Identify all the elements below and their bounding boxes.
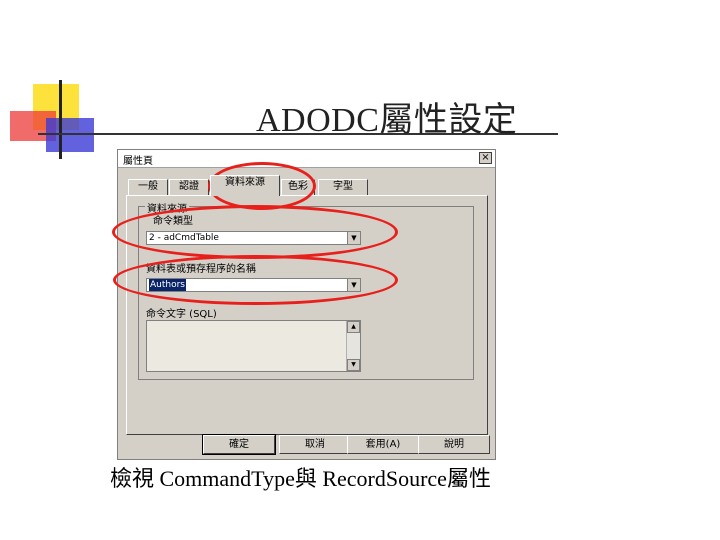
highlight-ellipse-record-source xyxy=(113,255,398,305)
decor-blue-square xyxy=(46,118,94,152)
cancel-button-label: 取消 xyxy=(305,439,325,450)
help-button[interactable]: 說明 xyxy=(418,435,490,454)
ok-button-label: 確定 xyxy=(229,439,249,450)
close-icon: × xyxy=(481,152,490,163)
tab-record-source[interactable]: 資料來源 xyxy=(210,175,280,196)
tab-font[interactable]: 字型 xyxy=(318,179,368,195)
close-button[interactable]: × xyxy=(479,152,492,164)
cancel-button[interactable]: 取消 xyxy=(279,435,351,454)
scroll-down-icon[interactable]: ▼ xyxy=(347,359,360,371)
apply-button-label: 套用(A) xyxy=(365,439,401,450)
tab-authentication[interactable]: 認證 xyxy=(169,179,209,195)
slide-title: ADODC屬性設定 xyxy=(256,102,518,139)
decor-vertical-line xyxy=(59,80,62,159)
tab-label: 資料來源 xyxy=(225,177,265,188)
apply-button[interactable]: 套用(A) xyxy=(347,435,419,454)
slide-caption: 檢視 CommandType與 RecordSource屬性 xyxy=(110,466,491,491)
ok-button[interactable]: 確定 xyxy=(202,434,276,455)
tab-label: 字型 xyxy=(333,181,353,192)
command-text-scrollbar[interactable]: ▲ ▼ xyxy=(346,321,360,371)
tab-label: 一般 xyxy=(138,181,158,192)
tab-label: 認證 xyxy=(179,181,199,192)
command-text-label: 命令文字 (SQL) xyxy=(146,309,217,320)
command-text-input[interactable]: ▲ ▼ xyxy=(146,320,361,372)
highlight-ellipse-command-type xyxy=(112,205,398,259)
dialog-titlebar: 屬性頁 × xyxy=(118,150,495,168)
scroll-up-icon[interactable]: ▲ xyxy=(347,321,360,333)
dialog-title: 屬性頁 xyxy=(123,156,153,167)
help-button-label: 說明 xyxy=(444,439,464,450)
tab-general[interactable]: 一般 xyxy=(128,179,168,195)
